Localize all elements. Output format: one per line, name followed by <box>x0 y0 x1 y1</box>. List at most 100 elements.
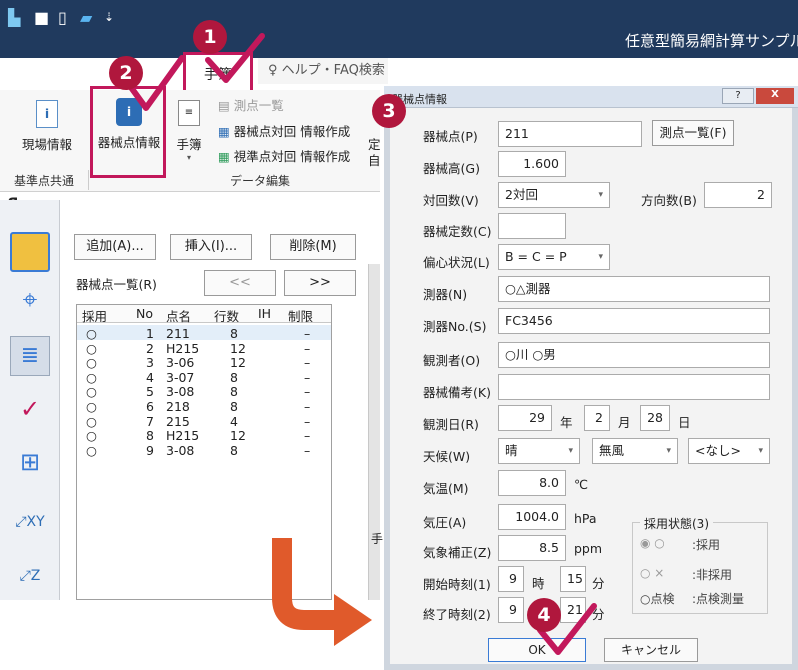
table-cell: 12 <box>230 340 246 356</box>
next-button[interactable]: >> <box>284 270 356 296</box>
correction-label: 気象補正(Z) <box>423 545 492 560</box>
height-input[interactable]: 1.600 <box>498 151 566 177</box>
day-input[interactable]: 28 <box>640 405 670 431</box>
directions-input[interactable]: 2 <box>704 182 772 208</box>
eccentric-select[interactable]: B = C = P ▾ <box>498 244 610 270</box>
handbook-label: 手簿 <box>176 137 202 152</box>
point-input[interactable]: 211 <box>498 121 642 147</box>
xy-tool-icon[interactable]: ⤢XY <box>10 502 50 542</box>
start-min-input[interactable]: 15 <box>560 566 586 592</box>
table-cell: – <box>304 442 311 458</box>
column-header[interactable]: IH <box>258 306 271 321</box>
adopt-option-adopt[interactable]: ◉ ○:採用 <box>640 536 720 552</box>
table-cell: 3-08 <box>166 442 195 458</box>
table-cell[interactable]: ○ <box>86 384 97 399</box>
customize-icon[interactable]: ⇣ <box>104 10 114 24</box>
delete-button[interactable]: 削除(M) <box>270 234 356 260</box>
wind-select[interactable]: 無風 ▾ <box>592 438 678 464</box>
table-cell[interactable]: ○ <box>86 355 97 370</box>
table-cell[interactable]: ○ <box>86 399 97 414</box>
table-cell: 12 <box>230 355 246 371</box>
column-header[interactable]: 制限 <box>288 306 313 325</box>
weather-label: 天候(W) <box>423 449 471 464</box>
instrument-info-button[interactable]: i 器械点情報 <box>94 98 164 151</box>
help-button[interactable]: ? <box>722 88 754 104</box>
column-header[interactable]: 行数 <box>214 306 239 325</box>
end-min-unit: 分 <box>592 607 605 622</box>
close-button[interactable]: X <box>756 88 794 104</box>
handbook-icon: ≡ <box>178 100 200 126</box>
table-cell[interactable]: ○ <box>86 370 97 385</box>
option-symbol: 点検 <box>650 592 675 606</box>
weather-select[interactable]: 晴 ▾ <box>498 438 580 464</box>
table-cell: 3-07 <box>166 369 195 385</box>
table-cell: – <box>304 355 311 371</box>
temperature-label: 気温(M) <box>423 481 469 496</box>
table-cell[interactable]: ○ <box>86 341 97 356</box>
table-cell[interactable]: ○ <box>86 443 97 458</box>
point-label: 器械点(P) <box>423 129 478 144</box>
month-input[interactable]: 2 <box>584 405 610 431</box>
handbook-button[interactable]: ≡ 手簿 ▾ <box>172 100 206 162</box>
site-info-button[interactable]: i 現場情報 <box>18 100 76 153</box>
table-cell: H215 <box>166 428 200 444</box>
pressure-input[interactable]: 1004.0 <box>498 504 566 530</box>
remarks-input[interactable] <box>498 374 770 400</box>
tab-handbook[interactable]: 手簿 <box>183 52 253 92</box>
add-button[interactable]: 追加(A)... <box>74 234 156 260</box>
table-cell: 1 <box>146 326 154 341</box>
handbook-tool-icon[interactable]: ≣ <box>10 336 50 376</box>
table-cell[interactable]: ○ <box>86 326 97 341</box>
remarks-label: 器械備考(K) <box>423 385 491 400</box>
option-symbol: ○ <box>654 536 665 550</box>
station-list-button[interactable]: 測点一覧(F) <box>652 120 734 146</box>
height-label: 器械高(G) <box>423 161 480 176</box>
column-header[interactable]: No <box>136 306 153 321</box>
end-min-input[interactable]: 21 <box>560 597 586 623</box>
end-time-label: 終了時刻(2) <box>423 607 491 622</box>
start-hour-input[interactable]: 9 <box>498 566 524 592</box>
cancel-button[interactable]: キャンセル <box>604 638 698 662</box>
survey-point-tool-icon[interactable]: ⌖ <box>10 285 50 325</box>
column-header[interactable]: 採用 <box>82 306 107 325</box>
callout-badge: 1 <box>193 20 227 54</box>
window-title: 任意型簡易網計算サンプル - <box>625 32 798 50</box>
sight-pair-create-item[interactable]: ▦ 視準点対回 情報作成 <box>218 146 350 165</box>
wind-value: 無風 <box>599 443 625 458</box>
insert-button[interactable]: 挿入(I)... <box>170 234 252 260</box>
table-cell[interactable]: ○ <box>86 428 97 443</box>
ok-button[interactable]: OK <box>488 638 586 662</box>
adopt-option-check[interactable]: ○点検:点検測量 <box>640 590 744 607</box>
save-icon[interactable]: ■ <box>34 8 49 27</box>
end-hour-input[interactable]: 9 <box>498 597 524 623</box>
correction-input[interactable]: 8.5 <box>498 535 566 561</box>
constant-input[interactable] <box>498 213 566 239</box>
calculator-tool-icon[interactable] <box>10 232 50 272</box>
instrument-input[interactable]: ○△測器 <box>498 276 770 302</box>
inst-pair-create-item[interactable]: ▦ 器械点対回 情報作成 <box>218 121 350 140</box>
observer-label: 観測者(O) <box>423 353 481 368</box>
network-tool-icon[interactable]: ⊞ <box>10 448 50 488</box>
help-search[interactable]: ♀ ヘルプ・FAQ検索 <box>258 58 388 84</box>
table-cell[interactable]: ○ <box>86 414 97 429</box>
open-icon[interactable]: ▰ <box>80 8 92 27</box>
station-list-item[interactable]: ▤ 測点一覧 <box>218 95 284 114</box>
table-cell: 2 <box>146 340 154 356</box>
instrument-no-input[interactable]: FC3456 <box>498 308 770 334</box>
tab-file[interactable]: ファイル <box>22 62 74 84</box>
new-icon[interactable]: ▯ <box>58 8 67 27</box>
year-input[interactable]: 29 <box>498 405 552 431</box>
prev-button[interactable]: << <box>204 270 276 296</box>
z-tool-icon[interactable]: ⤢Z <box>10 556 50 596</box>
check-chart-tool-icon[interactable]: ✓ <box>10 395 50 435</box>
column-header[interactable]: 点名 <box>166 306 191 325</box>
temperature-input[interactable]: 8.0 <box>498 470 566 496</box>
adopt-status-title: 採用状態(3) <box>640 515 713 532</box>
adopt-option-reject[interactable]: ○ ×:非採用 <box>640 566 732 582</box>
observer-input[interactable]: ○川 ○男 <box>498 342 770 368</box>
extra-select[interactable]: <なし> ▾ <box>688 438 770 464</box>
pairs-select[interactable]: 2対回 ▾ <box>498 182 610 208</box>
site-info-label: 現場情報 <box>21 137 72 152</box>
app-icon: ▙ <box>8 8 21 27</box>
table-cell: – <box>304 428 311 444</box>
